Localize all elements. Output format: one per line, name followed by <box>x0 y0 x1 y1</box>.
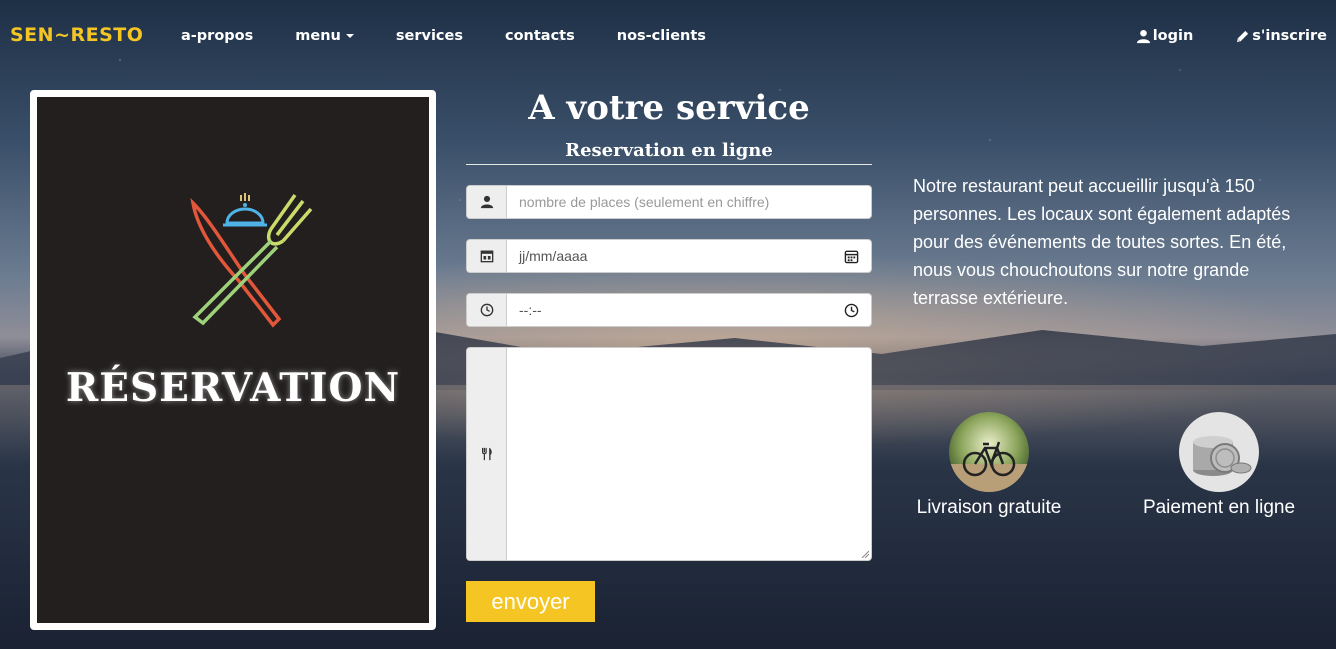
form-subtitle: Reservation en ligne <box>466 140 872 165</box>
reservation-poster: RÉSERVATION <box>30 90 436 630</box>
nav-link-services[interactable]: services <box>396 28 463 44</box>
cutlery-addon-icon <box>467 348 507 560</box>
time-input[interactable]: --:-- <box>507 294 871 326</box>
feature-label: Paiement en ligne <box>1142 497 1296 518</box>
coins-icon <box>1179 412 1259 492</box>
nav-link-menu-label: menu <box>295 28 341 44</box>
reservation-form: A votre service Reservation en ligne nom… <box>466 88 872 622</box>
caret-down-icon <box>345 34 354 38</box>
time-input-group: --:-- <box>466 293 872 327</box>
user-icon <box>1136 29 1150 43</box>
time-picker-icon[interactable] <box>844 303 859 318</box>
signup-link[interactable]: s'inscrire <box>1235 28 1327 44</box>
cutlery-icon <box>190 193 313 328</box>
brand-logo[interactable]: SEN~RESTO <box>10 24 143 46</box>
signup-label: s'inscrire <box>1252 28 1327 44</box>
about-text: Notre restaurant peut accueillir jusqu'à… <box>913 176 1291 308</box>
bicycle-icon <box>949 412 1029 492</box>
pencil-icon <box>1237 30 1249 42</box>
login-link[interactable]: login <box>1136 28 1194 44</box>
nav-links: a-propos menu services contacts nos-clie… <box>181 28 748 44</box>
clock-icon <box>467 294 507 326</box>
time-placeholder: --:-- <box>519 302 542 318</box>
feature-online-payment: Paiement en ligne <box>1139 412 1299 519</box>
poster-title: RÉSERVATION <box>65 365 401 411</box>
nav-link-a-propos[interactable]: a-propos <box>181 28 253 44</box>
feature-free-delivery: Livraison gratuite <box>913 412 1065 519</box>
message-input-group <box>466 347 872 561</box>
form-title: A votre service <box>528 88 810 128</box>
nav-link-nos-clients[interactable]: nos-clients <box>617 28 706 44</box>
date-placeholder: jj/mm/aaaa <box>519 248 588 264</box>
date-picker-icon[interactable] <box>844 249 859 264</box>
resize-handle-icon[interactable] <box>861 550 869 558</box>
submit-button[interactable]: envoyer <box>466 581 595 622</box>
user-icon <box>467 186 507 218</box>
nav-link-contacts[interactable]: contacts <box>505 28 575 44</box>
calendar-icon <box>467 240 507 272</box>
places-input-group: nombre de places (seulement en chiffre) <box>466 185 872 219</box>
login-label: login <box>1152 28 1194 44</box>
nav-right: login s'inscrire <box>1136 28 1327 44</box>
navbar: SEN~RESTO a-propos menu services contact… <box>0 0 1336 72</box>
feature-label: Livraison gratuite <box>916 497 1062 518</box>
date-input[interactable]: jj/mm/aaaa <box>507 240 871 272</box>
places-placeholder: nombre de places (seulement en chiffre) <box>519 194 770 210</box>
date-input-group: jj/mm/aaaa <box>466 239 872 273</box>
nav-link-menu[interactable]: menu <box>295 28 354 44</box>
places-input[interactable]: nombre de places (seulement en chiffre) <box>507 186 871 218</box>
message-textarea[interactable] <box>507 348 871 560</box>
